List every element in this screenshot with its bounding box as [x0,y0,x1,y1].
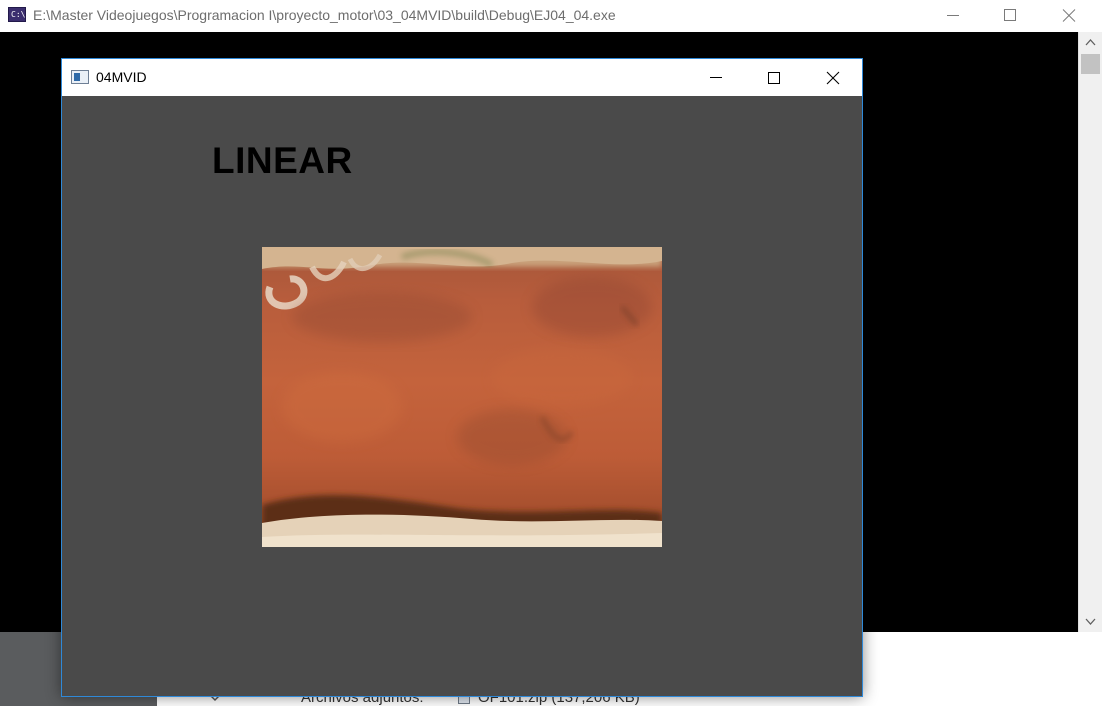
brick-texture-image [262,247,662,547]
window-app-icon [71,70,89,84]
app-window-04mvid: 04MVID LINEAR [61,58,863,697]
console-title: E:\Master Videojuegos\Programacion I\pro… [33,7,616,23]
scroll-down-arrow-icon[interactable] [1079,610,1102,632]
console-titlebar[interactable]: C:\ E:\Master Videojuegos\Programacion I… [0,0,1102,32]
console-icon-text: C:\ [11,10,26,19]
app-minimize-button[interactable] [686,59,744,96]
maximize-icon [768,72,780,84]
maximize-icon [1004,9,1016,21]
app-titlebar[interactable]: 04MVID [62,59,862,96]
filter-mode-heading: LINEAR [212,140,353,181]
app-close-button[interactable] [803,59,861,96]
close-icon [1062,9,1076,22]
console-minimize-button[interactable] [924,0,982,32]
app-maximize-button[interactable] [744,59,802,96]
minimize-icon [947,15,959,16]
app-window-title: 04MVID [96,69,147,85]
minimize-icon [710,77,722,78]
scrollbar-thumb[interactable] [1081,54,1100,74]
console-scrollbar[interactable] [1078,32,1102,632]
scroll-up-arrow-icon[interactable] [1079,32,1102,54]
console-maximize-button[interactable] [981,0,1039,32]
console-app-icon: C:\ [8,7,26,22]
close-icon [826,71,840,85]
console-close-button[interactable] [1040,0,1098,32]
